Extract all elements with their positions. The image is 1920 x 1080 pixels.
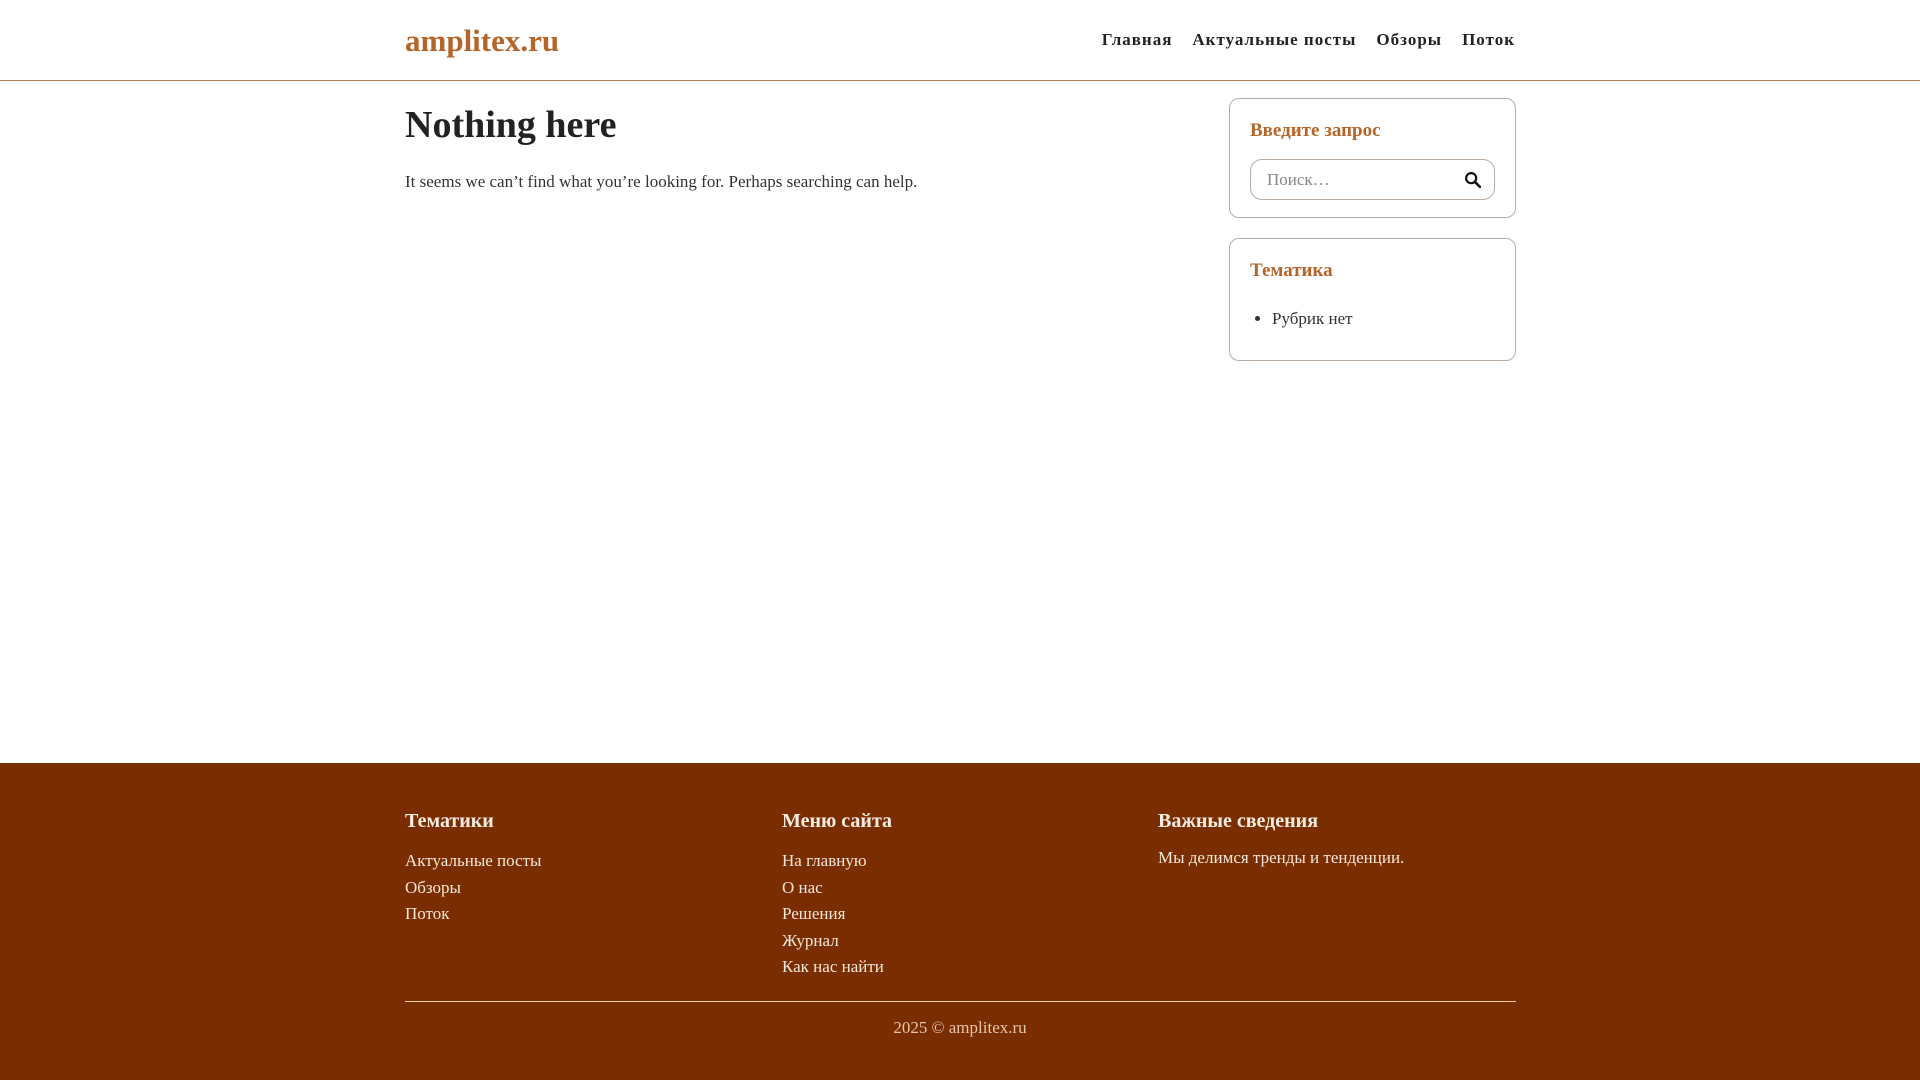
footer-heading-menu: Меню сайта — [782, 810, 893, 832]
search-icon — [1465, 172, 1482, 189]
footer-heading-info: Важные сведения — [1158, 810, 1319, 832]
search-widget-title: Введите запрос — [1250, 120, 1381, 141]
site-logo[interactable]: amplitex.ru — [405, 22, 559, 60]
topics-widget-title: Тематика — [1250, 260, 1333, 281]
footer-topics-column: Тематики Актуальные посты Обзоры Поток — [405, 808, 745, 928]
site-header: amplitex.ru Главная Актуальные посты Обз… — [0, 0, 1920, 81]
footer-link-contacts[interactable]: Как нас найти — [782, 957, 884, 976]
search-form — [1250, 159, 1495, 200]
footer-info-column: Важные сведения Мы делимся тренды и тенд… — [1158, 808, 1498, 870]
footer-divider — [405, 1001, 1516, 1002]
page-title: Nothing here — [405, 104, 617, 146]
nav-item-home[interactable]: Главная — [1102, 28, 1173, 52]
topics-widget: Тематика Рубрик нет — [1229, 238, 1516, 361]
nav-item-stream[interactable]: Поток — [1462, 28, 1515, 52]
search-input[interactable] — [1267, 160, 1457, 199]
not-found-message: It seems we can’t find what you’re looki… — [405, 172, 918, 191]
main-content: Nothing here It seems we can’t find what… — [405, 100, 1205, 194]
search-button[interactable] — [1462, 169, 1484, 191]
topics-list: Рубрик нет — [1272, 307, 1353, 331]
footer-link-home[interactable]: На главную — [782, 851, 867, 870]
footer-heading-topics: Тематики — [405, 810, 494, 832]
footer-link-journal[interactable]: Журнал — [782, 931, 839, 950]
footer-link-about[interactable]: О нас — [782, 878, 823, 897]
footer-info-text: Мы делимся тренды и тенденции. — [1158, 848, 1405, 867]
nav-item-reviews[interactable]: Обзоры — [1376, 28, 1442, 52]
footer-link-stream[interactable]: Поток — [405, 904, 450, 923]
footer-topics-links: Актуальные посты Обзоры Поток — [405, 848, 745, 928]
footer-link-latest-posts[interactable]: Актуальные посты — [405, 851, 541, 870]
main-nav: Главная Актуальные посты Обзоры Поток — [1102, 28, 1515, 52]
footer-link-reviews[interactable]: Обзоры — [405, 878, 461, 897]
nav-item-latest-posts[interactable]: Актуальные посты — [1192, 28, 1356, 52]
site-footer: Тематики Актуальные посты Обзоры Поток М… — [0, 763, 1920, 1080]
footer-menu-links: На главную О нас Решения Журнал Как нас … — [782, 848, 1122, 981]
footer-menu-column: Меню сайта На главную О нас Решения Журн… — [782, 808, 1122, 981]
copyright: 2025 © amplitex.ru — [893, 1018, 1027, 1037]
footer-link-solutions[interactable]: Решения — [782, 904, 845, 923]
search-widget: Введите запрос — [1229, 98, 1516, 218]
list-item: Рубрик нет — [1272, 307, 1353, 331]
